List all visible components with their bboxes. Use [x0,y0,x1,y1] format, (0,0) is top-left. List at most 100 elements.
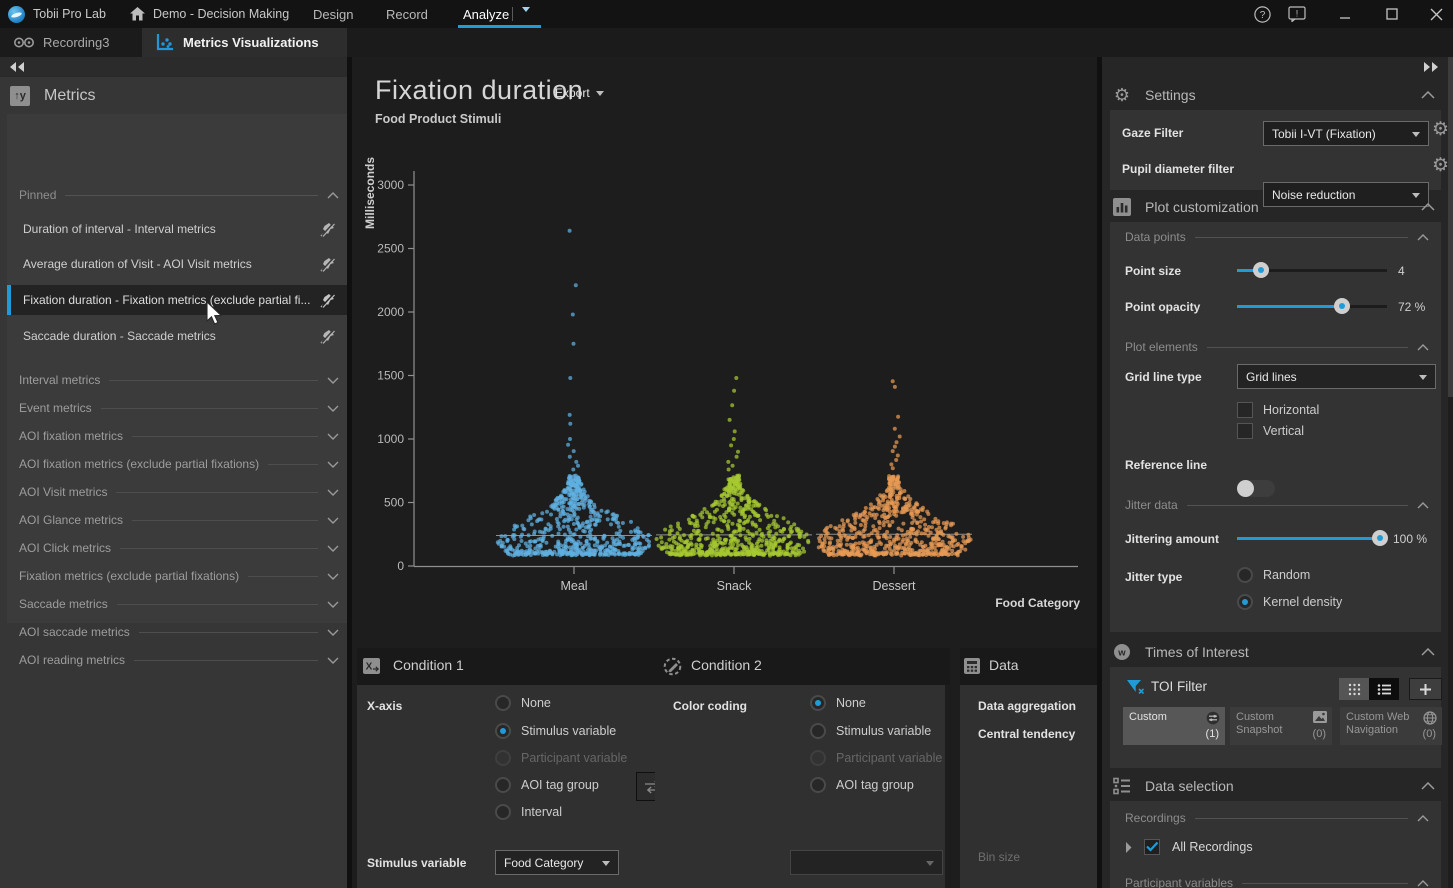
toi-card-custom-web-navigation[interactable]: Custom Web Navigation (0) [1340,707,1442,745]
gaze-filter-dropdown[interactable]: Tobii I-VT (Fixation) [1263,121,1429,146]
unpin-icon[interactable] [320,257,335,272]
data-points-subheader[interactable]: Data points [1125,230,1429,244]
right-scrollbar[interactable] [1448,57,1453,888]
pinned-section-header[interactable]: Pinned [19,187,339,203]
pinned-item[interactable]: Saccade duration - Saccade metrics [7,322,347,350]
all-recordings-checkbox[interactable] [1144,839,1160,855]
plot-customization-section-header[interactable]: Plot customization [1102,196,1448,218]
help-button[interactable]: ? [1245,0,1279,28]
export-button[interactable]: Export [555,86,604,100]
pupil-filter-gear-icon[interactable]: ⚙ [1432,154,1449,177]
central-tendency-label[interactable]: Central tendency [978,727,1075,741]
tab-recording3[interactable]: Recording3 [0,28,124,57]
app-name: Tobii Pro Lab [33,7,106,21]
radio-aoi-tag-group[interactable] [495,777,511,793]
conditions-header-strip: X Condition 1 Condition 2 [357,648,950,685]
radio-none[interactable] [495,695,511,711]
radio-cc-aoi-tag-group[interactable] [810,777,826,793]
unpin-icon[interactable] [320,329,335,344]
pinned-item[interactable]: Average duration of Visit - AOI Visit me… [7,250,347,278]
chevron-down-icon [327,657,339,664]
feedback-button[interactable]: ! [1280,0,1314,28]
data-aggregation-label[interactable]: Data aggregation [978,699,1076,713]
maximize-button[interactable] [1375,0,1409,28]
color-coding-dropdown [790,850,943,875]
chevron-down-icon [327,573,339,580]
svg-text:1500: 1500 [377,369,404,383]
project-home[interactable]: Demo - Decision Making [130,0,289,28]
jittering-amount-value: 100 % [1393,532,1427,546]
radio-cc-none[interactable] [810,695,826,711]
radio-interval[interactable] [495,804,511,820]
add-toi-filter-button[interactable] [1409,678,1442,700]
pupil-filter-label: Pupil diameter filter [1122,162,1234,176]
condition2-title: Condition 2 [691,657,762,673]
unpin-icon[interactable] [320,293,335,308]
unpin-icon[interactable] [320,222,335,237]
point-opacity-slider[interactable] [1237,298,1387,314]
fixation-duration-chart[interactable]: 050010001500200025003000MillisecondsMeal… [352,57,1097,622]
stimulus-variable-dropdown[interactable]: Food Category [495,850,619,875]
metric-category-aoi-reading-metrics[interactable]: AOI reading metrics [19,652,339,668]
metric-category-aoi-fixation-metrics[interactable]: AOI fixation metrics [19,428,339,444]
horizontal-checkbox[interactable] [1237,402,1253,418]
minimize-button[interactable] [1328,0,1362,28]
nav-tab-record[interactable]: Record [376,0,438,28]
svg-text:Food Category: Food Category [995,596,1080,610]
toi-card-custom-snapshot[interactable]: Custom Snapshot (0) [1230,707,1332,745]
jittering-amount-slider[interactable] [1237,530,1387,546]
radio-participant-variable [495,750,511,766]
metrics-sort-icon: ↑y [10,86,30,106]
chevron-up-icon [1417,880,1429,887]
radio-cc-participant-variable [810,750,826,766]
metric-category-aoi-click-metrics[interactable]: AOI Click metrics [19,540,339,556]
metric-category-saccade-metrics[interactable]: Saccade metrics [19,596,339,612]
metric-category-fixation-metrics-exclude-partial-fixations-[interactable]: Fixation metrics (exclude partial fixati… [19,568,339,584]
point-size-slider[interactable] [1237,262,1387,278]
radio-stimulus-variable[interactable] [495,723,511,739]
metric-category-aoi-glance-metrics[interactable]: AOI Glance metrics [19,512,339,528]
grid-view-button[interactable] [1339,678,1369,700]
chevron-up-icon [1417,234,1429,241]
settings-section-header[interactable]: ⚙ Settings [1102,84,1448,106]
jitter-data-subheader[interactable]: Jitter data [1125,498,1429,512]
grid-view-icon [1348,683,1361,696]
svg-text:0: 0 [397,559,404,573]
grid-line-type-dropdown[interactable]: Grid lines [1237,364,1436,389]
pinned-item-selected[interactable]: Fixation duration - Fixation metrics (ex… [7,285,347,315]
tab-metrics-visualizations[interactable]: Metrics Visualizations [142,28,347,57]
times-of-interest-section-header[interactable]: w Times of Interest [1102,641,1448,663]
pinned-item[interactable]: Duration of interval - Interval metrics [7,215,347,243]
chart-subtitle: Food Product Stimuli [375,112,501,126]
metric-category-aoi-saccade-metrics[interactable]: AOI saccade metrics [19,624,339,640]
toi-filter-funnel-icon [1127,680,1144,695]
metric-category-aoi-visit-metrics[interactable]: AOI Visit metrics [19,484,339,500]
collapse-left-icon[interactable] [8,61,26,73]
plot-elements-subheader[interactable]: Plot elements [1125,340,1429,354]
metric-category-aoi-fixation-metrics-exclude-partial-fixations-[interactable]: AOI fixation metrics (exclude partial fi… [19,456,339,472]
radio-jitter-random[interactable] [1237,567,1253,583]
toi-card-custom[interactable]: Custom (1) [1123,707,1225,745]
chevron-down-icon [327,629,339,636]
metric-category-event-metrics[interactable]: Event metrics [19,400,339,416]
expand-arrow-icon[interactable] [1125,842,1132,853]
gaze-filter-gear-icon[interactable]: ⚙ [1432,118,1449,141]
tobii-logo-icon [8,6,25,23]
radio-jitter-kernel-density[interactable] [1237,594,1253,610]
data-selection-panel: Recordings All Recordings Participant va… [1110,801,1441,888]
participant-variables-subheader[interactable]: Participant variables [1125,876,1429,888]
data-selection-list-icon [1113,777,1131,795]
globe-icon [1423,711,1437,725]
reference-line-toggle[interactable] [1237,480,1275,497]
radio-cc-stimulus-variable[interactable] [810,723,826,739]
nav-tab-design[interactable]: Design [303,0,363,28]
metric-category-interval-metrics[interactable]: Interval metrics [19,372,339,388]
data-selection-section-header[interactable]: Data selection [1102,775,1448,797]
close-button[interactable] [1419,0,1453,28]
recordings-subheader[interactable]: Recordings [1125,811,1429,825]
collapse-right-icon[interactable] [1422,61,1440,73]
chevron-up-icon [1421,648,1435,656]
nav-tab-analyze[interactable]: Analyze [453,0,519,28]
list-view-button[interactable] [1369,678,1399,700]
vertical-checkbox[interactable] [1237,423,1253,439]
